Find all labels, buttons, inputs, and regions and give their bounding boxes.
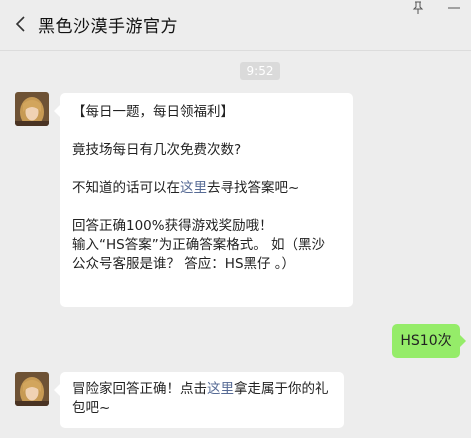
message-bubble-quiz: 【每日一题，每日领福利】 竟技场每日有几次免费次数? 不知道的话可以在这里去寻找… — [54, 93, 353, 307]
message-line: 回答正确100%获得游戏奖励哦！ — [72, 218, 273, 234]
minimize-icon[interactable] — [447, 2, 461, 14]
message-line: 竟技场每日有几次免费次数? — [72, 142, 242, 158]
message-line: 不知道的话可以在这里去寻找答案吧~ — [72, 179, 341, 198]
message-bubble-reward: 冒险家回答正确！点击这里拿走属于你的礼 包吧~ — [54, 372, 344, 428]
avatar-image — [15, 92, 49, 126]
reward-link[interactable]: 这里 — [207, 381, 234, 397]
message-text: 不知道的话可以在 — [72, 180, 180, 196]
answer-link[interactable]: 这里 — [180, 180, 207, 196]
avatar[interactable] — [15, 372, 49, 406]
message-text: 去寻找答案吧~ — [207, 180, 300, 196]
avatar[interactable] — [15, 92, 49, 126]
message-line: 输入“HS答案”为正确答案格式。 如（黑沙 — [72, 237, 325, 253]
message-text: 拿走属于你的礼 — [234, 381, 329, 397]
my-reply-bubble: HS10次 — [392, 324, 466, 358]
chat-title: 黑色沙漠手游官方 — [38, 17, 178, 37]
pin-icon[interactable] — [412, 1, 424, 15]
timestamp: 9:52 — [240, 62, 280, 80]
message-line: 公众号客服是谁？ 答应：HS黑仔 。） — [72, 256, 296, 272]
message-text: 冒险家回答正确！点击 — [72, 381, 207, 397]
message-line: 冒险家回答正确！点击这里拿走属于你的礼 — [72, 380, 332, 399]
message-line: 【每日一题，每日领福利】 — [72, 104, 234, 120]
message-line: 包吧~ — [72, 400, 111, 416]
back-arrow-icon[interactable] — [13, 14, 29, 34]
avatar-image — [15, 372, 49, 406]
chat-header: 黑色沙漠手游官方 — [0, 0, 471, 51]
